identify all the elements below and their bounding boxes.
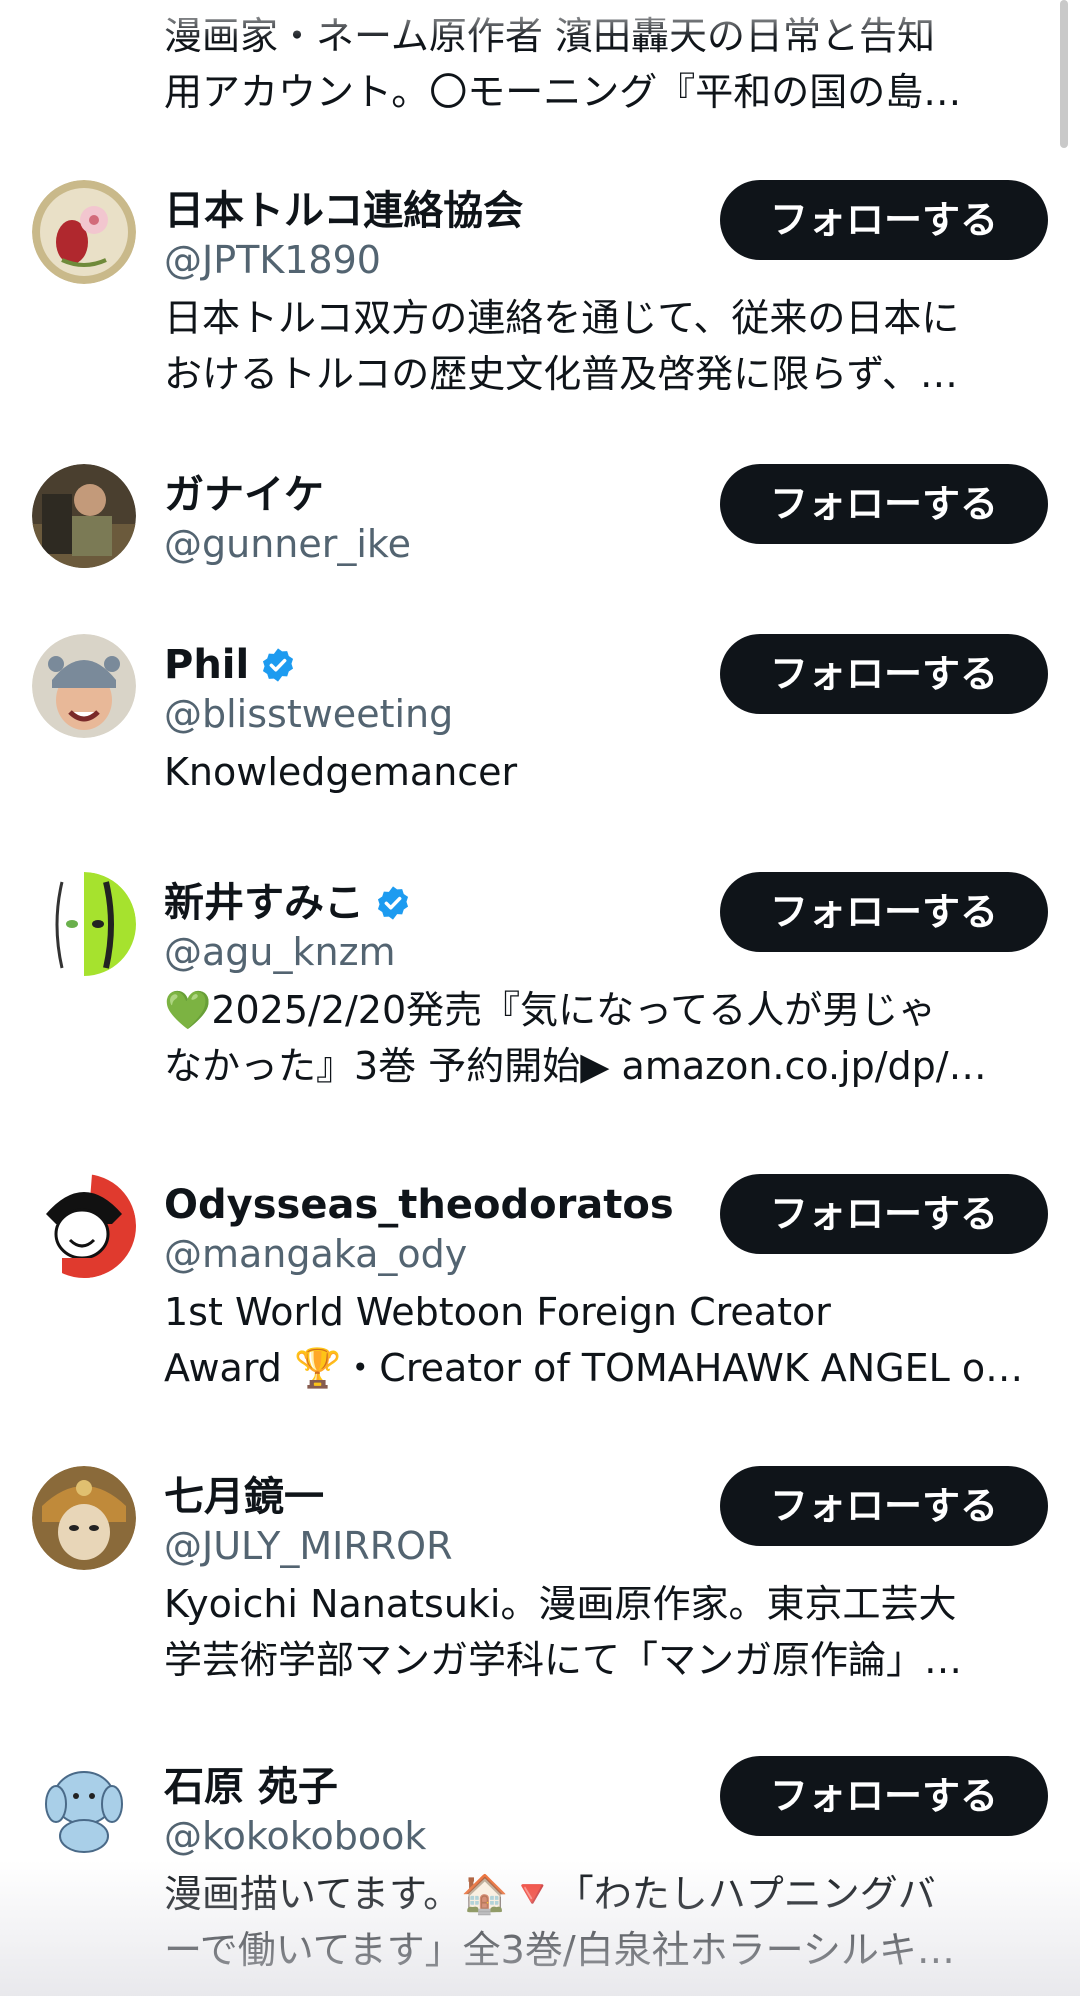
user-name-text: ガナイケ	[164, 472, 324, 518]
user-name-text: 七月鏡一	[164, 1474, 324, 1520]
avatar[interactable]	[32, 1174, 136, 1278]
avatar[interactable]	[32, 634, 136, 738]
follow-button[interactable]: フォローする	[720, 1174, 1048, 1254]
avatar[interactable]	[32, 1756, 136, 1860]
user-bio: 💚2025/2/20発売『気になってる人が男じゃ なかった』3巻 予約開始▶ a…	[164, 982, 1044, 1094]
bio-line: Knowledgemancer	[164, 750, 518, 794]
avatar[interactable]	[32, 1466, 136, 1570]
who-to-follow-list: 漫画家・ネーム原作者 濱田轟天の日常と告知 用アカウント。〇モーニング『平和の国…	[0, 0, 1080, 1996]
scrollbar[interactable]	[1060, 0, 1068, 148]
follow-button[interactable]: フォローする	[720, 634, 1048, 714]
follow-button[interactable]: フォローする	[720, 1466, 1048, 1546]
user-bio: Knowledgemancer	[164, 744, 1044, 800]
user-name[interactable]: 新井すみこ	[164, 878, 412, 928]
follow-button[interactable]: フォローする	[720, 464, 1048, 544]
user-name-text: 石原 苑子	[164, 1764, 338, 1810]
bio-line: おけるトルコの歴史文化普及啓発に限らず、…	[164, 352, 958, 396]
user-name[interactable]: Odysseas_theodoratos	[164, 1180, 674, 1230]
user-handle[interactable]: @mangaka_ody	[164, 1230, 467, 1278]
bio-line: ーで働いてます」全3巻/白泉社ホラーシルキ…	[164, 1928, 955, 1972]
user-name[interactable]: Phil	[164, 640, 297, 690]
bio-line: なかった』3巻 予約開始▶ amazon.co.jp/dp/…	[164, 1044, 987, 1088]
user-handle[interactable]: @blisstweeting	[164, 690, 453, 738]
user-name-text: Phil	[164, 642, 250, 688]
bio-line: 用アカウント。〇モーニング『平和の国の島…	[164, 70, 962, 114]
follow-button[interactable]: フォローする	[720, 180, 1048, 260]
bio-line: 漫画描いてます。🏠🔻「わたしハプニングバ	[164, 1872, 936, 1916]
follow-button[interactable]: フォローする	[720, 872, 1048, 952]
bio-line: 💚2025/2/20発売『気になってる人が男じゃ	[164, 988, 937, 1032]
user-bio: 日本トルコ双方の連絡を通じて、従来の日本に おけるトルコの歴史文化普及啓発に限ら…	[164, 290, 1044, 402]
user-bio: Kyoichi Nanatsuki。漫画原作家。東京工芸大 学芸術学部マンガ学科…	[164, 1576, 1044, 1688]
user-bio: 漫画描いてます。🏠🔻「わたしハプニングバ ーで働いてます」全3巻/白泉社ホラーシ…	[164, 1866, 1044, 1978]
bio-line: 学芸術学部マンガ学科にて「マンガ原作論」…	[164, 1638, 963, 1682]
user-bio: 漫画家・ネーム原作者 濱田轟天の日常と告知 用アカウント。〇モーニング『平和の国…	[164, 8, 1044, 120]
bio-line: 日本トルコ双方の連絡を通じて、従来の日本に	[164, 296, 960, 340]
user-handle[interactable]: @gunner_ike	[164, 520, 411, 568]
avatar[interactable]	[32, 872, 136, 976]
user-name[interactable]: 日本トルコ連絡協会	[164, 186, 523, 236]
user-name[interactable]: 石原 苑子	[164, 1762, 338, 1812]
user-handle[interactable]: @JPTK1890	[164, 236, 381, 284]
user-name[interactable]: ガナイケ	[164, 470, 324, 520]
verified-badge-icon	[259, 646, 297, 684]
follow-button[interactable]: フォローする	[720, 1756, 1048, 1836]
user-bio: 1st World Webtoon Foreign Creator Award …	[164, 1284, 1044, 1396]
user-name-text: Odysseas_theodoratos	[164, 1182, 674, 1228]
verified-badge-icon	[374, 884, 412, 922]
bio-line: Award 🏆・Creator of TOMAHAWK ANGEL o…	[164, 1346, 1024, 1390]
user-name-text: 新井すみこ	[164, 880, 364, 926]
bio-line: 漫画家・ネーム原作者 濱田轟天の日常と告知	[164, 14, 935, 58]
bio-line: 1st World Webtoon Foreign Creator	[164, 1290, 831, 1334]
avatar[interactable]	[32, 180, 136, 284]
avatar[interactable]	[32, 464, 136, 568]
user-name-text: 日本トルコ連絡協会	[164, 188, 524, 234]
bio-line: Kyoichi Nanatsuki。漫画原作家。東京工芸大	[164, 1582, 957, 1626]
user-handle[interactable]: @kokokobook	[164, 1812, 426, 1860]
user-name[interactable]: 七月鏡一	[164, 1472, 324, 1522]
user-handle[interactable]: @agu_knzm	[164, 928, 396, 976]
user-handle[interactable]: @JULY_MIRROR	[164, 1522, 452, 1570]
